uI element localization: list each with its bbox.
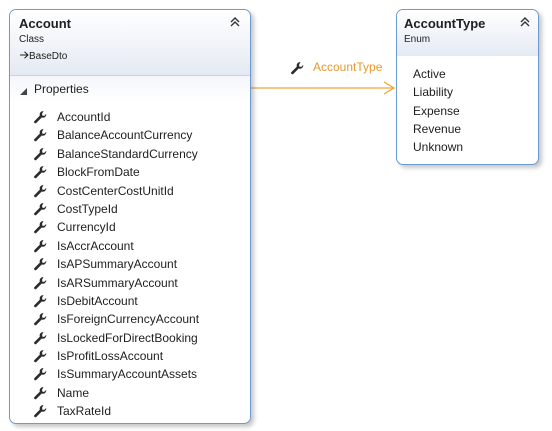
property-name: IsLockedForDirectBooking [57, 330, 198, 345]
property-row[interactable]: CostTypeId [10, 200, 250, 218]
property-row[interactable]: IsARSummaryAccount [10, 274, 250, 292]
property-name: IsAPSummaryAccount [57, 257, 178, 272]
wrench-icon [33, 128, 48, 143]
wrench-icon [33, 331, 48, 346]
wrench-icon [33, 147, 48, 162]
wrench-icon [33, 239, 48, 254]
property-name: IsAccrAccount [57, 238, 134, 253]
double-chevron-up-icon[interactable] [228, 15, 242, 29]
properties-section-header[interactable]: Properties [10, 75, 250, 102]
property-name: CostCenterCostUnitId [57, 183, 174, 198]
enum-stereotype: Enum [404, 34, 431, 45]
expanded-triangle-icon[interactable] [19, 85, 28, 95]
property-row[interactable]: IsLockedForDirectBooking [10, 329, 250, 347]
property-row[interactable]: IsDebitAccount [10, 292, 250, 310]
enum-title: AccountType [404, 16, 486, 31]
wrench-icon [290, 61, 305, 76]
property-name: BlockFromDate [57, 165, 140, 180]
wrench-icon [33, 276, 48, 291]
enum-values-list: Active Liability Expense Revenue Unknown [397, 56, 538, 157]
inheritance-arrow-icon [19, 50, 29, 60]
property-name: CurrencyId [57, 220, 116, 235]
property-name: IsProfitLossAccount [57, 349, 164, 364]
property-row[interactable]: IsAccrAccount [10, 237, 250, 255]
base-type-name: BaseDto [29, 51, 68, 62]
property-row[interactable]: BalanceStandardCurrency [10, 145, 250, 163]
wrench-icon [33, 349, 48, 364]
property-name: IsARSummaryAccount [57, 275, 178, 290]
wrench-icon [33, 386, 48, 401]
double-chevron-up-icon[interactable] [518, 15, 532, 29]
enum-value[interactable]: Revenue [397, 120, 538, 138]
properties-section-label: Properties [34, 82, 89, 96]
accounttype-enum-header[interactable]: AccountType Enum [397, 10, 538, 56]
wrench-icon [33, 220, 48, 235]
property-name: IsSummaryAccountAssets [57, 367, 198, 382]
property-name: CostTypeId [57, 201, 118, 216]
properties-list: AccountId BalanceAccountCurrency BalanceSt… [10, 102, 250, 421]
property-name: BalanceStandardCurrency [57, 146, 198, 161]
property-name: AccountId [57, 110, 111, 124]
property-name: IsDebitAccount [57, 293, 138, 308]
property-row[interactable]: IsForeignCurrencyAccount [10, 310, 250, 328]
property-name: Name [57, 385, 90, 400]
wrench-icon [33, 294, 48, 309]
account-class-header[interactable]: Account Class BaseDto [10, 10, 250, 75]
property-name: BalanceAccountCurrency [57, 128, 193, 143]
base-type: BaseDto [19, 50, 67, 62]
accounttype-enum-shape[interactable]: AccountType Enum Active Liability Expense R… [396, 9, 539, 165]
property-row[interactable]: TaxRateId [10, 402, 250, 420]
wrench-icon [33, 367, 48, 382]
wrench-icon [33, 257, 48, 272]
property-row[interactable]: AccountId [10, 108, 250, 126]
enum-value[interactable]: Liability [397, 83, 538, 101]
class-title: Account [19, 16, 71, 31]
property-row[interactable]: IsAPSummaryAccount [10, 255, 250, 273]
property-row[interactable]: Name [10, 384, 250, 402]
class-stereotype: Class [19, 34, 45, 45]
association-label[interactable]: AccountType [313, 60, 382, 74]
wrench-icon [33, 165, 48, 180]
property-row[interactable]: CurrencyId [10, 218, 250, 236]
enum-value[interactable]: Expense [397, 102, 538, 120]
property-row[interactable]: IsSummaryAccountAssets [10, 365, 250, 383]
account-class-shape[interactable]: Account Class BaseDto Properties Account… [9, 9, 251, 424]
enum-value[interactable]: Unknown [397, 138, 538, 156]
property-name: TaxRateId [57, 404, 112, 419]
property-row[interactable]: BalanceAccountCurrency [10, 126, 250, 144]
properties-compartment: Properties AccountId BalanceAccountCurren… [10, 75, 250, 421]
wrench-icon [33, 312, 48, 327]
property-name: IsForeignCurrencyAccount [57, 312, 200, 327]
wrench-icon [33, 202, 48, 217]
wrench-icon [33, 184, 48, 199]
property-row[interactable]: CostCenterCostUnitId [10, 182, 250, 200]
property-row[interactable]: BlockFromDate [10, 163, 250, 181]
enum-value[interactable]: Active [397, 65, 538, 83]
property-row[interactable]: IsProfitLossAccount [10, 347, 250, 365]
wrench-icon [33, 110, 48, 125]
wrench-icon [33, 404, 48, 419]
